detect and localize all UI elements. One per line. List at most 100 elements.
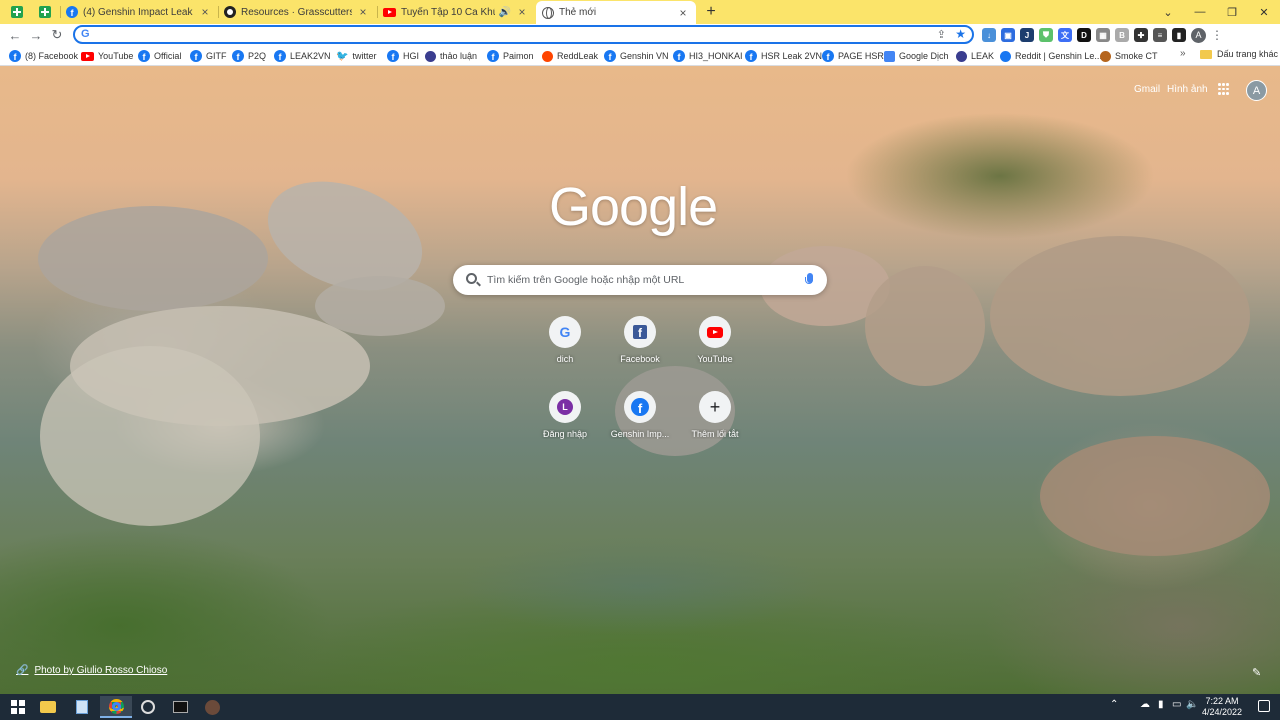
bookmark-hi3-honkai[interactable]: f HI3_HONKAI bbox=[673, 49, 743, 63]
taskbar-clock-app[interactable] bbox=[132, 696, 164, 718]
volume-icon[interactable]: 🔈 bbox=[1186, 699, 1198, 710]
search-input[interactable] bbox=[487, 272, 787, 288]
account-avatar[interactable]: A bbox=[1246, 80, 1267, 101]
close-icon[interactable]: × bbox=[198, 5, 212, 19]
address-input[interactable] bbox=[97, 28, 917, 42]
taskbar-notepad[interactable] bbox=[66, 696, 98, 718]
network-icon[interactable]: ▭ bbox=[1172, 699, 1181, 710]
tab-search-icon[interactable]: ⌄ bbox=[1152, 0, 1184, 24]
bookmark-youtube[interactable]: YouTube bbox=[81, 49, 133, 63]
forward-button[interactable]: → bbox=[27, 26, 45, 44]
bookmark-google-dich[interactable]: Google Dịch bbox=[884, 49, 949, 63]
close-icon[interactable]: × bbox=[676, 6, 690, 20]
start-button[interactable] bbox=[2, 696, 34, 718]
pinned-tab-sheets-2[interactable] bbox=[34, 3, 56, 21]
bookmark-paimon[interactable]: f Paimon bbox=[487, 49, 534, 63]
bookmarks-overflow-button[interactable]: » bbox=[1180, 48, 1186, 59]
grid-extension-icon[interactable]: ▦ bbox=[1096, 28, 1110, 42]
tab-genshin-leak[interactable]: f (4) Genshin Impact Leak 2VN | Bảng tin… bbox=[60, 2, 218, 22]
taskbar-chrome[interactable] bbox=[100, 696, 132, 718]
share-icon[interactable]: ⇪ bbox=[937, 28, 946, 41]
tab-grasscutter[interactable]: Resources · Grasscutters/Grasscutter × bbox=[218, 2, 376, 22]
onedrive-icon[interactable]: ☁ bbox=[1140, 699, 1150, 710]
notepad-icon bbox=[76, 700, 88, 714]
github-icon bbox=[224, 6, 236, 18]
shortcut-genshin-impact[interactable]: f Genshin Imp... bbox=[602, 391, 678, 455]
restore-button[interactable]: ❐ bbox=[1216, 0, 1248, 24]
shortcut-dich[interactable]: G dich bbox=[527, 316, 603, 380]
address-bar[interactable]: G ⇪ ★ bbox=[73, 25, 974, 44]
bookmark-star-icon[interactable]: ★ bbox=[955, 27, 966, 41]
close-icon[interactable]: × bbox=[356, 5, 370, 19]
reload-button[interactable]: ↻ bbox=[48, 26, 66, 44]
toolbar: ← → ↻ G ⇪ ★ ↓ ▣ J ⛊ 文 D ▦ B ✚ ≡ ▮ A ⋮ bbox=[0, 24, 1280, 45]
reading-list-icon[interactable]: ≡ bbox=[1153, 28, 1167, 42]
puzzle-extensions-icon[interactable]: ✚ bbox=[1134, 28, 1148, 42]
reddit-icon bbox=[542, 50, 553, 62]
microphone-icon[interactable] bbox=[805, 273, 813, 284]
bookmark-leak2vn[interactable]: f LEAK2VN bbox=[274, 49, 331, 63]
folder-icon bbox=[1200, 49, 1212, 59]
bookmark-genshin-vn[interactable]: f Genshin VN bbox=[604, 49, 669, 63]
translate-extension-icon[interactable]: 文 bbox=[1058, 28, 1072, 42]
google-apps-icon[interactable] bbox=[1218, 83, 1230, 95]
bookmark-smoke-ct[interactable]: Smoke CT bbox=[1100, 49, 1158, 63]
search-box[interactable] bbox=[453, 265, 827, 295]
bookmark-p2q[interactable]: f P2Q bbox=[232, 49, 266, 63]
bookmark-hgi[interactable]: f HGI bbox=[387, 49, 419, 63]
download-extension-icon[interactable]: ↓ bbox=[982, 28, 996, 42]
notification-icon[interactable] bbox=[1258, 700, 1270, 712]
new-tab-button[interactable]: + bbox=[701, 2, 721, 22]
youtube-icon bbox=[707, 326, 723, 338]
add-shortcut-button[interactable]: + Thêm lối tắt bbox=[677, 391, 753, 455]
back-button[interactable]: ← bbox=[6, 26, 24, 44]
taskbar-game[interactable] bbox=[196, 696, 228, 718]
tab-youtube-music[interactable]: Tuyển Tập 10 Ca Khúc Nhạc 🔊 × bbox=[377, 2, 535, 22]
bookmark-gitf[interactable]: f GITF bbox=[190, 49, 227, 63]
pinned-tab-sheets-1[interactable] bbox=[6, 3, 28, 21]
dark-extension-icon[interactable]: D bbox=[1077, 28, 1091, 42]
taskbar-terminal[interactable] bbox=[164, 696, 196, 718]
bookmark-twitter[interactable]: 🐦 twitter bbox=[336, 49, 376, 63]
shortcut-facebook[interactable]: f Facebook bbox=[602, 316, 678, 380]
profile-avatar[interactable]: A bbox=[1191, 27, 1206, 43]
bookmark-reddleak[interactable]: ReddLeak bbox=[542, 49, 598, 63]
tab-new-tab[interactable]: Thẻ mới × bbox=[536, 1, 696, 24]
shortcut-youtube[interactable]: YouTube bbox=[677, 316, 753, 380]
bookmark-label: YouTube bbox=[98, 51, 134, 61]
images-link[interactable]: Hình ảnh bbox=[1167, 84, 1208, 95]
bookmark-reddit-genshin[interactable]: Reddit | Genshin Le... bbox=[1000, 49, 1102, 63]
bookmark-thao-luan[interactable]: thảo luận bbox=[425, 49, 477, 63]
gmail-link[interactable]: Gmail bbox=[1134, 84, 1160, 95]
close-window-button[interactable]: ✕ bbox=[1248, 0, 1280, 24]
bookmark-hsr-leak[interactable]: f HSR Leak 2VN bbox=[745, 49, 822, 63]
shortcut-dang-nhap[interactable]: L Đăng nhập bbox=[527, 391, 603, 455]
bookmark-page-hsr[interactable]: f PAGE HSR bbox=[822, 49, 884, 63]
side-panel-icon[interactable]: ▮ bbox=[1172, 28, 1186, 42]
screen-capture-extension-icon[interactable]: ▣ bbox=[1001, 28, 1015, 42]
other-bookmarks-folder[interactable]: Dấu trang khác bbox=[1200, 49, 1278, 59]
bookmark-label: LEAK bbox=[971, 51, 995, 61]
battery-icon[interactable]: ▮ bbox=[1158, 699, 1164, 710]
smoke-icon bbox=[1100, 50, 1111, 62]
menu-icon[interactable]: ⋮ bbox=[1211, 28, 1223, 42]
b-extension-icon[interactable]: B bbox=[1115, 28, 1129, 42]
bookmark-facebook[interactable]: f (8) Facebook bbox=[9, 49, 78, 63]
minimize-button[interactable]: — bbox=[1184, 0, 1216, 24]
j-extension-icon[interactable]: J bbox=[1020, 28, 1034, 42]
photo-credit-link[interactable]: 🔗 Photo by Giulio Rosso Chioso bbox=[16, 665, 167, 676]
bookmark-official[interactable]: f Official bbox=[138, 49, 181, 63]
close-icon[interactable]: × bbox=[515, 5, 529, 19]
bookmark-label: ReddLeak bbox=[557, 51, 599, 61]
google-icon: G bbox=[559, 324, 571, 340]
bookmark-label: HGI bbox=[403, 51, 420, 61]
system-clock[interactable]: 7:22 AM 4/24/2022 bbox=[1200, 696, 1244, 718]
tray-chevron-icon[interactable]: ⌃ bbox=[1110, 699, 1118, 710]
customize-pencil-icon[interactable]: ✎ bbox=[1252, 666, 1261, 679]
shield-extension-icon[interactable]: ⛊ bbox=[1039, 28, 1053, 42]
taskbar-file-explorer[interactable] bbox=[32, 696, 64, 718]
speaker-icon[interactable]: 🔊 bbox=[499, 7, 511, 18]
bookmark-leak[interactable]: LEAK bbox=[956, 49, 994, 63]
photo-credit-text: Photo by Giulio Rosso Chioso bbox=[34, 665, 168, 676]
chrome-icon bbox=[108, 698, 124, 714]
